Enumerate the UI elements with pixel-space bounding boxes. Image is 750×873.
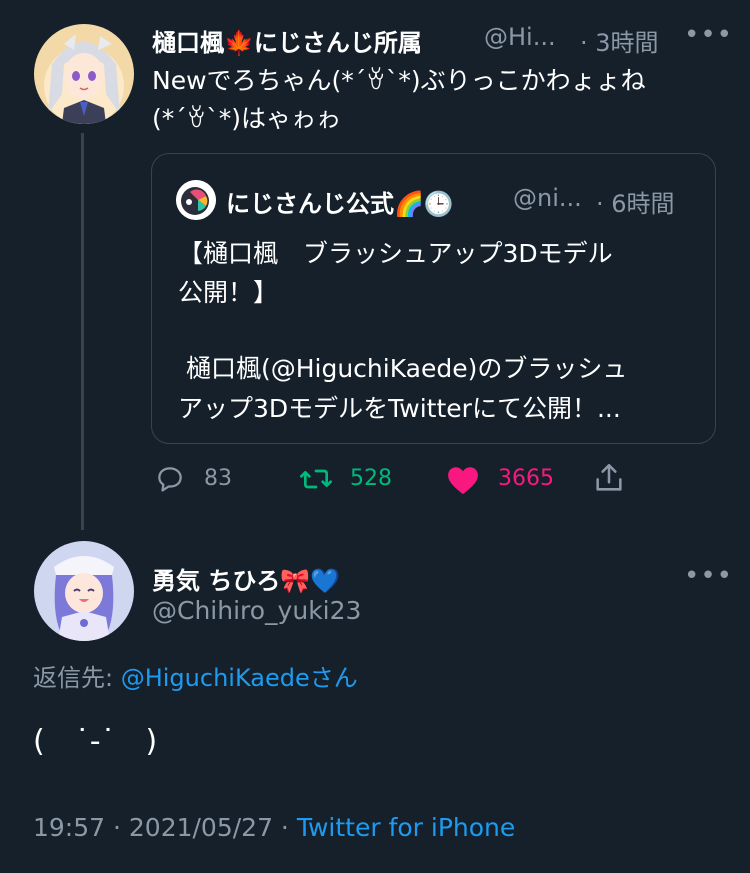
reply-count: 83: [204, 466, 232, 491]
reply-more-dots-icon[interactable]: •••: [684, 561, 733, 591]
heart-icon: [448, 467, 478, 495]
reply-button[interactable]: 83: [154, 461, 254, 497]
reply-text: ( ˙-˙ ): [33, 724, 158, 759]
quote-author-avatar: [176, 180, 216, 220]
tweet-text-line-2: (*´ꈊ`*)はゃゎゎ: [152, 104, 342, 133]
reply-icon: [158, 467, 182, 492]
more-dots-icon[interactable]: •••: [684, 20, 733, 50]
timestamp[interactable]: 19:57 · 2021/05/27 ·: [33, 813, 297, 842]
quote-text-line-3: 樋口楓(@HiguchiKaede)のブラッシュ: [178, 354, 628, 383]
like-button[interactable]: 3665: [446, 461, 566, 497]
quote-time: · 6時間: [596, 190, 675, 218]
quote-text-line-1: 【樋口楓 ブラッシュアップ3Dモデル: [178, 239, 613, 268]
reply-author-avatar[interactable]: [34, 541, 134, 641]
quote-author-handle[interactable]: @ni...: [513, 184, 582, 212]
reply-author-name[interactable]: 勇気 ちひろ🎀💙: [152, 561, 340, 596]
author-handle[interactable]: @Hi...: [484, 23, 556, 51]
reply-to-handle-link[interactable]: @HiguchiKaede: [121, 664, 310, 692]
share-button[interactable]: [592, 461, 628, 497]
tweet-text-line-1: Newでろちゃん(*´ꈊ`*)ぶりっこかわょょね: [152, 66, 646, 95]
quote-author-name[interactable]: にじさんじ公式🌈🕒: [226, 184, 454, 219]
reply-to-prefix: 返信先:: [33, 664, 121, 692]
thread-line: [81, 133, 84, 530]
author-name[interactable]: 樋口楓🍁にじさんじ所属: [152, 23, 422, 58]
author-avatar[interactable]: [34, 24, 134, 124]
quote-text-line-2: 公開！】: [178, 278, 279, 307]
reply-to-line: 返信先: @HiguchiKaedeさん: [33, 658, 358, 693]
timestamp-line: 19:57 · 2021/05/27 · Twitter for iPhone: [33, 813, 515, 842]
retweet-icon: [300, 469, 332, 489]
source-link[interactable]: Twitter for iPhone: [297, 813, 515, 842]
reply-author-handle[interactable]: @Chihiro_yuki23: [152, 596, 361, 625]
tweet-time[interactable]: · 3時間: [580, 23, 659, 58]
reply-to-suffix: さん: [309, 664, 358, 692]
share-icon: [596, 463, 622, 491]
retweet-count: 528: [350, 466, 392, 491]
quote-text-line-4: アップ3DモデルをTwitterにて公開！...: [178, 394, 621, 423]
retweet-button[interactable]: 528: [298, 461, 408, 497]
like-count: 3665: [498, 466, 554, 491]
